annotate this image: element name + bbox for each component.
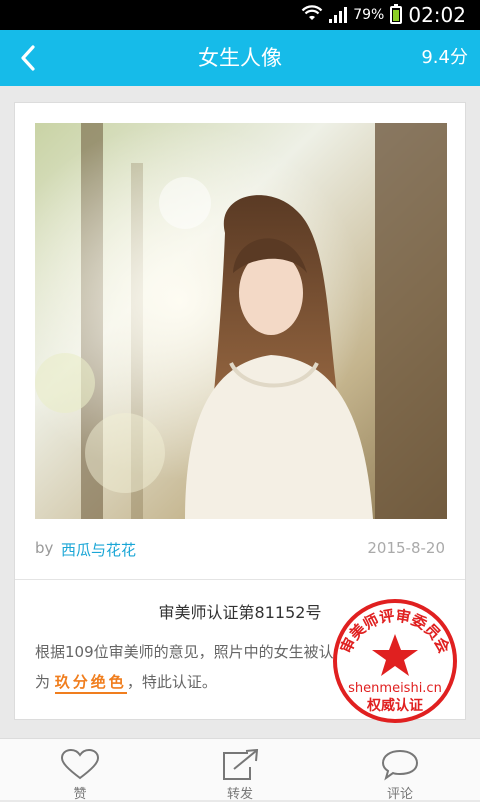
signal-icon <box>329 7 348 23</box>
author-link[interactable]: 西瓜与花花 <box>61 539 136 560</box>
comment-label: 评论 <box>386 787 413 802</box>
score-label: 9.4分 <box>421 47 468 68</box>
stamp-bottom-text: 权威认证 <box>366 697 423 714</box>
post-date: 2015-8-20 <box>367 539 445 557</box>
battery-percent: 79% <box>353 7 385 23</box>
divider <box>15 579 465 580</box>
like-label: 赞 <box>73 787 87 802</box>
certificate-text-2: 为 <box>35 673 51 691</box>
status-time: 02:02 <box>408 3 466 27</box>
post-meta: by 西瓜与花花 2015-8-20 <box>35 535 445 563</box>
portrait-photo[interactable] <box>35 123 447 519</box>
rating-highlight: 玖分绝色 <box>54 673 127 694</box>
certificate-text-1: 根据109位审美师的意见，照片中的女生被认 <box>35 643 334 661</box>
comment-icon <box>381 749 419 781</box>
share-label: 转发 <box>226 787 253 802</box>
comment-button[interactable]: 评论 <box>340 739 460 802</box>
heart-icon <box>60 749 100 780</box>
stamp-domain: shenmeishi.cn <box>348 681 442 696</box>
battery-icon <box>390 4 403 24</box>
back-button[interactable] <box>6 36 50 80</box>
by-label: by <box>35 539 54 557</box>
wifi-icon <box>301 4 323 26</box>
bottom-action-bar: 赞 转发 评论 <box>0 738 480 802</box>
share-button[interactable]: 转发 <box>180 739 300 802</box>
page-title: 女生人像 <box>198 46 282 70</box>
chevron-left-icon <box>21 45 35 71</box>
share-icon <box>223 749 259 780</box>
certificate-text-3: ，特此认证。 <box>126 673 217 691</box>
title-bar: 女生人像 9.4分 <box>0 30 480 86</box>
status-indicators: 79% 02:02 <box>301 0 466 30</box>
certification-stamp: 审美师评审委员会 shenmeishi.cn 权威认证 <box>330 596 460 726</box>
status-bar: 79% 02:02 <box>0 0 480 30</box>
like-button[interactable]: 赞 <box>20 739 140 802</box>
